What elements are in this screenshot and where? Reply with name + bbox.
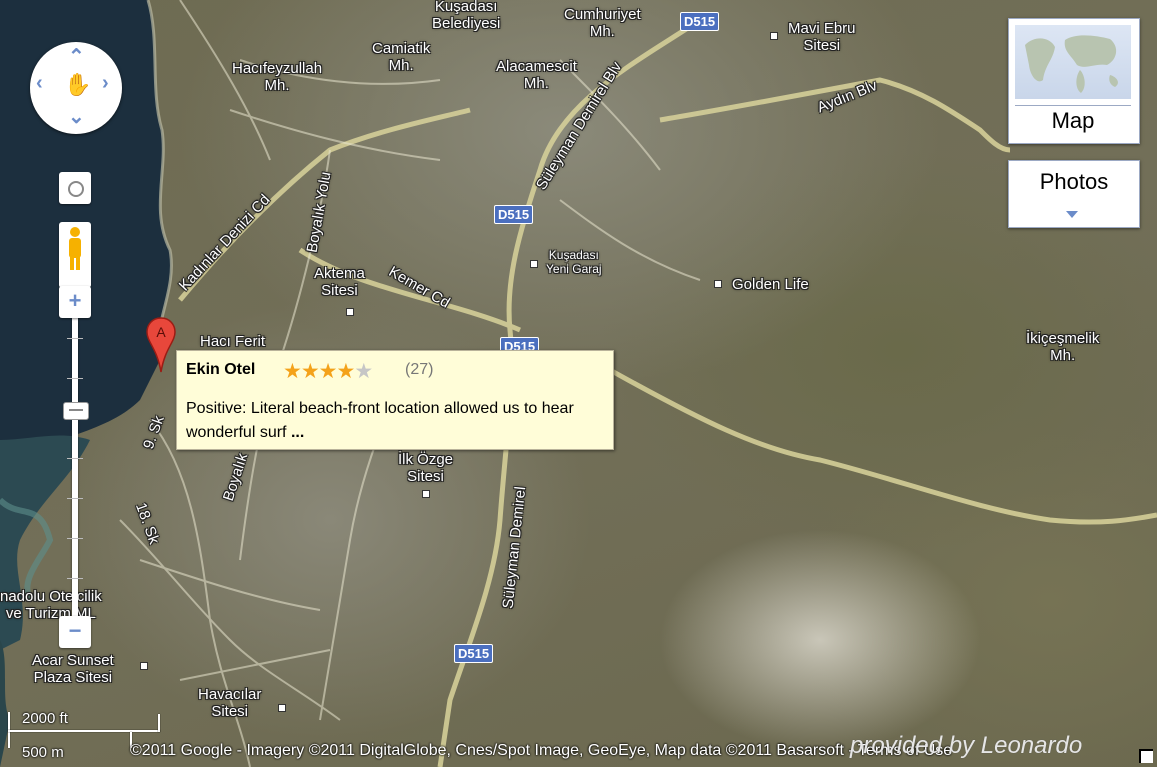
zoom-control: + − — [59, 282, 91, 650]
map-marker-pin-icon[interactable]: A — [145, 316, 179, 374]
map-type-label: Map — [1015, 105, 1131, 136]
photo-credit: provided by Leonardo — [850, 732, 1083, 759]
place-label: Golden Life — [732, 276, 809, 293]
poi-marker[interactable] — [530, 260, 538, 268]
copyright-text: ©2011 Google - Imagery ©2011 DigitalGlob… — [130, 742, 953, 759]
place-label: Alacamescit Mh. — [496, 58, 577, 92]
zoom-in-button[interactable]: + — [59, 286, 91, 318]
highway-shield: D515 — [680, 12, 720, 31]
highway-shield: D515 — [494, 205, 534, 224]
place-label: Cumhuriyet Mh. — [564, 6, 641, 40]
poi-marker[interactable] — [140, 662, 148, 670]
poi-marker[interactable] — [770, 32, 778, 40]
place-label: Hacı Ferit — [200, 333, 266, 350]
rating-stars: ★★★★★ — [283, 359, 373, 384]
pan-right-icon[interactable]: › — [102, 72, 109, 95]
pan-up-icon[interactable]: ⌃ — [68, 44, 85, 69]
reset-view-button[interactable] — [59, 172, 91, 204]
info-window[interactable]: Ekin Otel ★★★★★ (27) Positive: Literal b… — [176, 350, 614, 450]
place-label: Mavi Ebru Sitesi — [788, 20, 856, 54]
place-label: Kuşadası Yeni Garaj — [546, 248, 602, 276]
place-label: Havacılar Sitesi — [198, 686, 262, 720]
pan-left-icon[interactable]: ‹ — [36, 72, 43, 95]
poi-marker[interactable] — [714, 280, 722, 288]
scale-metric: 500 m — [22, 744, 64, 761]
resize-corner-icon[interactable] — [1139, 749, 1153, 763]
map-type-button[interactable]: Map — [1008, 18, 1140, 144]
map-thumbnail — [1015, 25, 1131, 99]
place-label: Aktema Sitesi — [314, 265, 365, 299]
star-filled-icon: ★ — [336, 360, 355, 383]
marker-label: A — [156, 324, 166, 340]
highway-shield: D515 — [454, 644, 494, 663]
photos-label: Photos — [1039, 169, 1109, 194]
place-label: İlk Özge Sitesi — [398, 451, 454, 485]
place-label: Hacıfeyzullah Mh. — [232, 60, 323, 94]
zoom-slider-handle[interactable] — [63, 402, 89, 421]
review-text: Positive: Literal beach-front location a… — [186, 400, 574, 441]
poi-marker[interactable] — [278, 704, 286, 712]
zoom-out-button[interactable]: − — [59, 616, 91, 648]
star-filled-icon: ★ — [283, 360, 302, 383]
star-empty-icon: ★ — [354, 360, 373, 383]
zoom-track[interactable] — [67, 318, 83, 618]
star-filled-icon: ★ — [318, 360, 338, 383]
poi-marker[interactable] — [346, 308, 354, 316]
street-view-pegman-icon[interactable] — [59, 222, 91, 288]
hand-icon[interactable]: ✋ — [64, 72, 91, 98]
review-count[interactable]: (27) — [405, 361, 433, 379]
review-snippet: Positive: Literal beach-front location a… — [186, 397, 606, 445]
photos-button[interactable]: Photos — [1008, 160, 1140, 228]
star-filled-icon: ★ — [300, 360, 320, 383]
hotel-name[interactable]: Ekin Otel — [186, 361, 255, 379]
chevron-down-icon — [1066, 211, 1078, 218]
place-label: İkiçeşmelik Mh. — [1026, 330, 1100, 364]
place-label: Acar Sunset Plaza Sitesi — [32, 652, 114, 686]
pan-control[interactable]: ⌃ ⌄ ‹ › ✋ — [30, 42, 122, 134]
more-link[interactable]: ... — [291, 424, 304, 441]
scale-imperial: 2000 ft — [22, 710, 68, 727]
poi-marker[interactable] — [422, 490, 430, 498]
place-label: Kuşadası Belediyesi — [432, 0, 501, 32]
place-label: Camiatik Mh. — [372, 40, 431, 74]
pan-down-icon[interactable]: ⌄ — [68, 104, 85, 129]
satellite-map[interactable]: Kuşadası Belediyesi Cumhuriyet Mh. Mavi Eb… — [0, 0, 1157, 767]
